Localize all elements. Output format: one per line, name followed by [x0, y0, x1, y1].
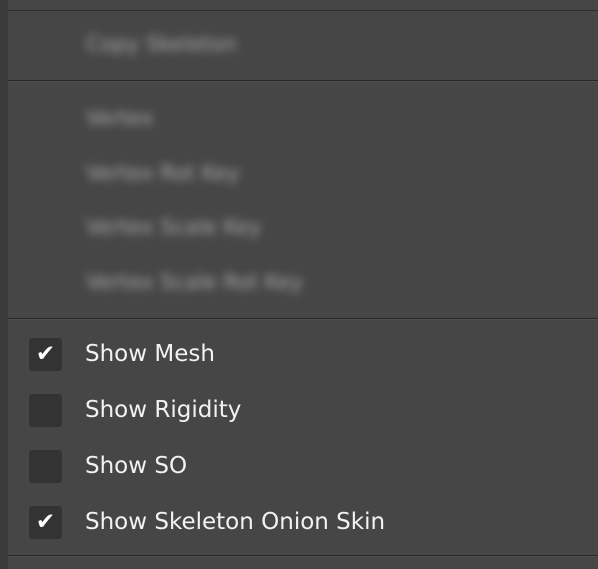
menu-item-label: Show SO [85, 453, 188, 479]
menu-item-show-mesh[interactable]: ✔ Show Mesh [8, 326, 598, 382]
menu-top-border [8, 10, 598, 11]
menu-item-blurred-5[interactable]: Vertex Scale Rot Key [86, 270, 303, 294]
menu-separator-1 [8, 80, 598, 81]
menu-item-label: Show Skeleton Onion Skin [85, 509, 386, 535]
checkbox-empty-icon[interactable] [29, 393, 62, 427]
menu-separator-3 [8, 555, 598, 556]
checkmark-icon[interactable]: ✔ [29, 337, 62, 371]
checkmark-icon[interactable]: ✔ [29, 505, 62, 539]
menu-item-blurred-1[interactable]: Copy Skeleton [86, 32, 237, 56]
menu-separator-2 [8, 318, 598, 319]
menu-item-blurred-4[interactable]: Vertex Scale Key [86, 215, 261, 239]
context-menu: Copy Skeleton Vertex Vertex Rot Key Vert… [0, 0, 598, 569]
menu-item-label: Show Rigidity [85, 397, 242, 423]
menu-item-label: Show Mesh [85, 341, 215, 367]
menu-item-show-rigidity[interactable]: Show Rigidity [8, 382, 598, 438]
menu-item-show-so[interactable]: Show SO [8, 438, 598, 494]
menu-item-show-skeleton-onion-skin[interactable]: ✔ Show Skeleton Onion Skin [8, 494, 598, 550]
checkbox-empty-icon[interactable] [29, 449, 62, 483]
menu-item-blurred-3[interactable]: Vertex Rot Key [86, 161, 240, 185]
menu-item-blurred-2[interactable]: Vertex [86, 106, 154, 130]
